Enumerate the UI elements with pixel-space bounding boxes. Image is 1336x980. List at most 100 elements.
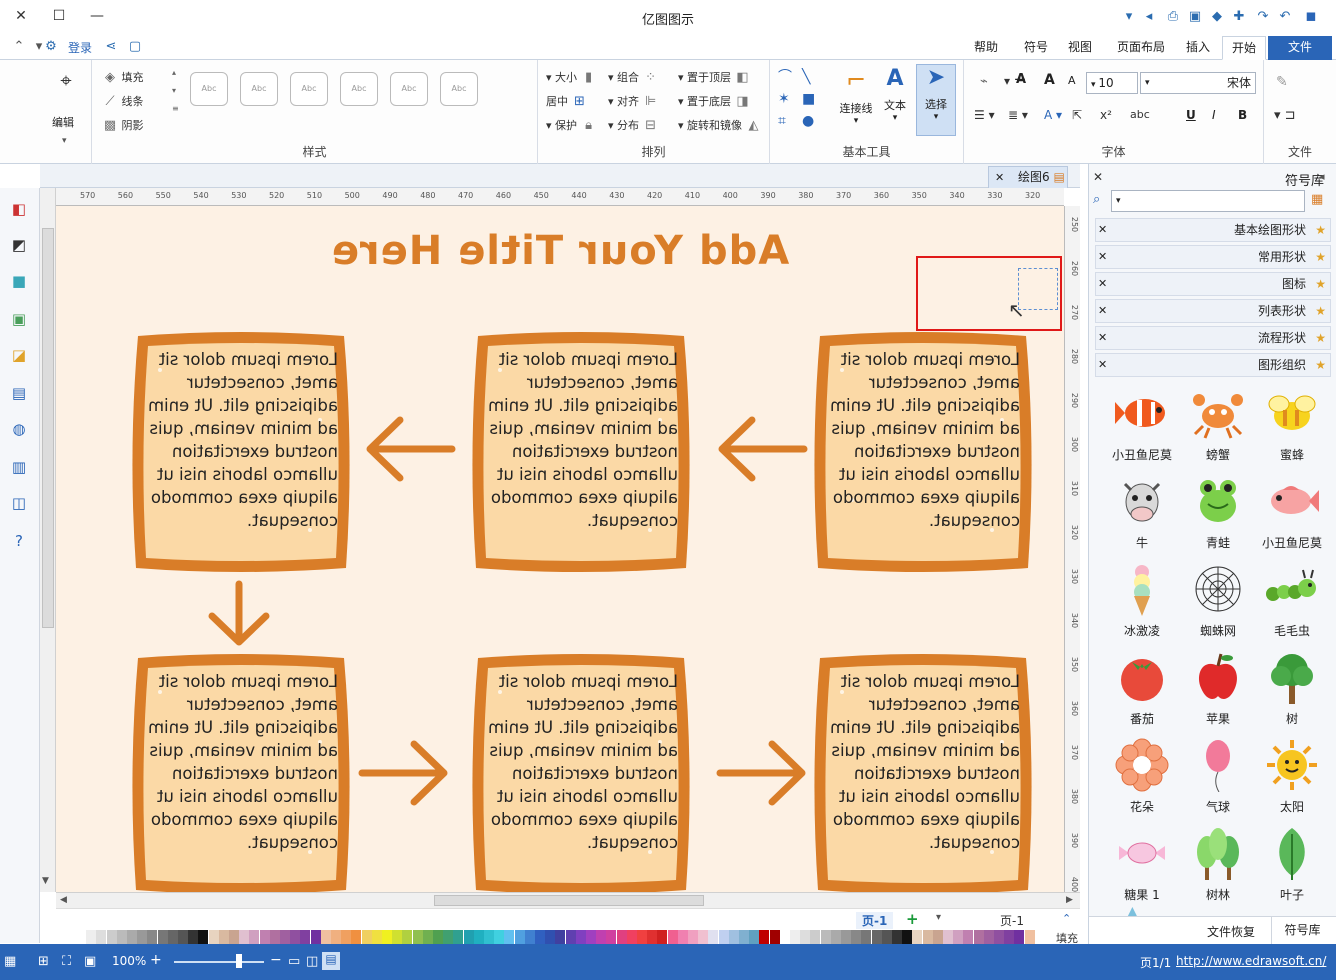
settings-gear-icon[interactable]: ⚙ — [42, 38, 60, 56]
color-swatch[interactable] — [127, 930, 137, 944]
color-swatch[interactable] — [708, 930, 719, 944]
center-button[interactable]: 居中 ⊞ — [546, 93, 588, 110]
strikethrough-button[interactable]: abc — [1130, 108, 1150, 121]
color-swatch[interactable] — [657, 930, 668, 944]
color-swatch[interactable] — [912, 930, 923, 944]
zoom-fit-icon[interactable]: ▣ — [84, 954, 96, 969]
login-link[interactable]: 登录 — [68, 39, 92, 56]
file-options-icon[interactable]: ▾ ⊐ — [1274, 108, 1296, 123]
color-swatch[interactable] — [881, 930, 892, 944]
zoom-in-icon[interactable]: + — [150, 952, 162, 968]
color-swatch[interactable] — [320, 930, 331, 944]
color-swatch[interactable] — [932, 930, 943, 944]
tab-file[interactable]: 文件 — [1268, 36, 1332, 60]
remove-category-icon[interactable]: ✕ — [1098, 273, 1107, 295]
layers-icon[interactable]: ◪ — [8, 344, 30, 366]
remove-category-icon[interactable]: ✕ — [1098, 300, 1107, 322]
color-swatch[interactable] — [1024, 930, 1035, 944]
text-dropdown-icon[interactable]: ▾ — [878, 113, 912, 123]
color-swatch[interactable] — [943, 930, 953, 944]
color-swatch[interactable] — [96, 930, 107, 944]
fill-tool-icon[interactable]: ◧ — [8, 198, 30, 220]
send-to-back-button[interactable]: ▾ 置于底层 ◨ — [678, 93, 751, 110]
color-swatch[interactable] — [453, 930, 464, 944]
vertical-scroll-thumb[interactable] — [42, 228, 54, 628]
color-swatch[interactable] — [810, 930, 821, 944]
remove-category-icon[interactable]: ✕ — [1098, 219, 1107, 241]
ellipse-tool-icon[interactable]: ● — [802, 110, 826, 132]
color-swatch[interactable] — [524, 930, 535, 944]
process-card[interactable]: Lorem ipsum dolor sit amet, consectetur … — [812, 330, 1034, 574]
symbol-item[interactable]: 毛毛虫 — [1257, 562, 1327, 639]
library-grid-icon[interactable]: ▦ — [1311, 192, 1323, 207]
style-swatch-5[interactable]: Abc — [240, 72, 278, 106]
help-icon[interactable]: ? — [8, 530, 30, 552]
style-swatch-4[interactable]: Abc — [290, 72, 328, 106]
color-swatch[interactable] — [994, 930, 1004, 944]
remove-category-icon[interactable]: ✕ — [1098, 327, 1107, 349]
scroll-down-icon[interactable]: ▼ — [42, 876, 49, 886]
horizontal-scroll-thumb[interactable] — [434, 895, 704, 906]
remove-category-icon[interactable]: ✕ — [1098, 354, 1107, 376]
style-swatch-1[interactable]: Abc — [440, 72, 478, 106]
symbol-item[interactable]: 树林 — [1183, 826, 1253, 903]
search-icon[interactable]: ⌕ — [1093, 192, 1100, 207]
category-item[interactable]: ✕ 列表形状 ★ — [1095, 299, 1331, 323]
color-swatch[interactable] — [830, 930, 841, 944]
tab-page-layout[interactable]: 页面布局 — [1108, 36, 1174, 60]
underline-button[interactable]: U — [1186, 108, 1196, 122]
color-swatch[interactable] — [820, 930, 831, 944]
italic-button[interactable]: I — [1212, 108, 1216, 122]
symbol-item[interactable]: 牛 — [1107, 474, 1177, 551]
color-swatch[interactable] — [76, 930, 86, 944]
style-swatch-3[interactable]: Abc — [340, 72, 378, 106]
edit-dropdown-icon[interactable]: ▾ — [62, 136, 67, 146]
color-swatch[interactable] — [535, 930, 545, 944]
symbol-item[interactable]: 叶子 — [1257, 826, 1327, 903]
color-swatch[interactable] — [443, 930, 454, 944]
right-arrow[interactable] — [358, 738, 450, 811]
color-swatch[interactable] — [351, 930, 362, 944]
color-swatch[interactable] — [769, 930, 780, 944]
color-swatch[interactable] — [545, 930, 556, 944]
color-swatch[interactable] — [208, 930, 219, 944]
shadow-button[interactable]: ▩ 阴影 — [102, 117, 144, 134]
color-swatch[interactable] — [290, 930, 301, 944]
highlight-icon[interactable]: ⇱ — [1072, 108, 1082, 122]
format-painter-icon[interactable]: ⌁ — [980, 74, 988, 89]
color-swatch[interactable] — [759, 930, 770, 944]
find-binoculars-icon[interactable]: ⌖ — [52, 68, 80, 96]
close-document-icon[interactable]: ✕ — [995, 171, 1004, 184]
view-grid-icon[interactable]: ▦ — [4, 954, 16, 969]
image-icon[interactable]: ▣ — [8, 308, 30, 330]
line-tool-icon[interactable]: ╲ — [802, 66, 826, 88]
color-swatch[interactable] — [892, 930, 902, 944]
color-swatch[interactable] — [779, 930, 790, 944]
color-swatch[interactable] — [188, 930, 199, 944]
tab-file-recovery[interactable]: 文件恢复 — [1207, 923, 1255, 940]
superscript-icon[interactable]: x² — [1100, 108, 1112, 122]
color-swatch[interactable] — [218, 930, 229, 944]
share-icon[interactable]: ⋖ — [102, 38, 120, 56]
color-swatch[interactable] — [86, 930, 97, 944]
symbol-item[interactable]: 糖果 1 — [1107, 826, 1177, 903]
zoom-out-icon[interactable]: − — [270, 952, 282, 968]
left-arrow[interactable] — [716, 414, 808, 487]
color-swatch[interactable] — [688, 930, 698, 944]
drawing-canvas[interactable]: Add Your Title Here Lorem ipsum dolor si… — [56, 206, 1064, 892]
color-swatch[interactable] — [157, 930, 168, 944]
shape-style-icon[interactable]: ■ — [8, 270, 30, 292]
export-icon[interactable]: ◆ — [1208, 8, 1226, 26]
right-arrow[interactable] — [716, 738, 808, 811]
bold-button[interactable]: B — [1238, 108, 1247, 122]
tab-help[interactable]: 帮助 — [966, 36, 1006, 60]
select-tool[interactable]: ➤ 选择 ▾ — [916, 64, 956, 136]
symbol-item[interactable]: 气球 — [1183, 738, 1253, 815]
connector-dropdown-icon[interactable]: ▾ — [836, 116, 876, 126]
zoom-level[interactable]: 100% — [112, 954, 146, 968]
grow-font-icon[interactable]: A — [1044, 72, 1055, 88]
page-icon[interactable]: ▤ — [8, 382, 30, 404]
color-swatch[interactable] — [851, 930, 862, 944]
color-swatch[interactable] — [178, 930, 188, 944]
process-card[interactable]: Lorem ipsum dolor sit amet, consectetur … — [470, 652, 692, 892]
